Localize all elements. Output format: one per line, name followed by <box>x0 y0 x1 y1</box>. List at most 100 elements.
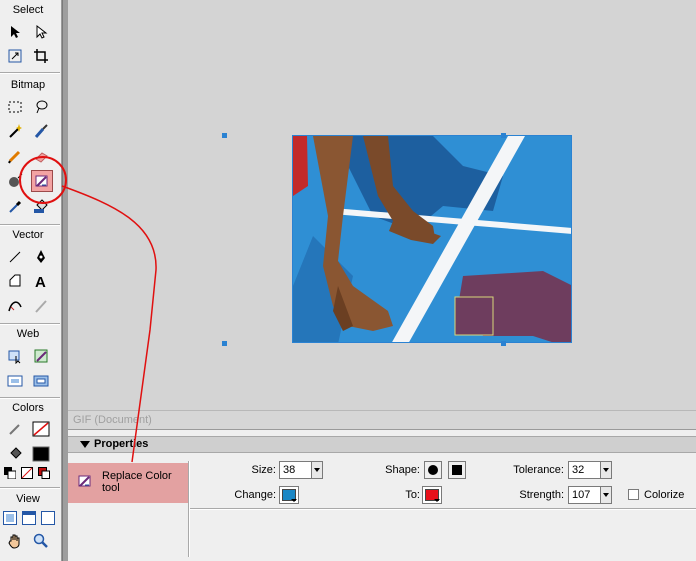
hotspot-icon <box>8 350 21 364</box>
crop-tool[interactable] <box>31 46 51 66</box>
size-dropdown-button[interactable] <box>311 461 323 479</box>
to-color-swatch[interactable] <box>422 486 442 504</box>
freeform-tool[interactable] <box>5 296 25 316</box>
selection-handle[interactable] <box>501 133 506 138</box>
scale-tool[interactable] <box>5 46 25 66</box>
colorize-checkbox[interactable] <box>628 489 639 500</box>
scale-icon <box>8 49 22 63</box>
svg-text:A: A <box>35 274 46 289</box>
pencil-tool[interactable] <box>5 146 25 166</box>
default-colors-button[interactable] <box>3 466 17 480</box>
to-label: To: <box>405 489 420 501</box>
line-tool[interactable] <box>5 247 25 267</box>
shape-circle-button[interactable] <box>424 461 442 479</box>
section-title-view: View <box>16 493 40 505</box>
current-tool-card: Replace Color tool <box>68 463 188 503</box>
tolerance-dropdown-button[interactable] <box>600 461 612 479</box>
pointer-tool[interactable] <box>5 22 25 42</box>
stroke-color-swatch[interactable] <box>31 419 51 439</box>
properties-panel: Properties Replace Color tool Size: 38 C… <box>68 430 696 561</box>
eraser-icon <box>35 152 48 163</box>
fill-color-swatch[interactable] <box>31 444 51 464</box>
full-screen-mode-button[interactable] <box>39 509 57 527</box>
tolerance-label: Tolerance: <box>513 464 564 476</box>
hand-tool[interactable] <box>5 531 25 551</box>
swap-colors-button[interactable] <box>37 466 51 480</box>
strength-input[interactable]: 107 <box>568 486 600 504</box>
slice-tool[interactable] <box>31 346 51 366</box>
stroke-color-tool[interactable] <box>5 419 25 439</box>
no-color-swatch-icon <box>32 421 50 437</box>
standard-screen-icon <box>3 511 17 525</box>
brush-tool[interactable] <box>31 121 51 141</box>
change-label: Change: <box>234 489 276 501</box>
shape-square-button[interactable] <box>448 461 466 479</box>
section-title-bitmap: Bitmap <box>10 79 46 91</box>
selection-handle[interactable] <box>222 341 227 346</box>
hide-slices-button[interactable] <box>5 371 25 391</box>
section-divider <box>0 487 60 489</box>
full-screen-menus-button[interactable] <box>20 509 38 527</box>
selection-handle[interactable] <box>222 133 227 138</box>
selection-handle[interactable] <box>501 341 506 346</box>
hotspot-tool[interactable] <box>5 346 25 366</box>
pen-tool[interactable] <box>31 247 51 267</box>
standard-screen-mode-button[interactable] <box>1 509 19 527</box>
size-input[interactable]: 38 <box>279 461 311 479</box>
shape-label: Shape: <box>385 464 420 476</box>
canvas-stage[interactable] <box>68 0 696 410</box>
lasso-icon <box>36 100 48 114</box>
document-status-bar: GIF (Document) <box>68 410 696 430</box>
properties-header[interactable]: Properties <box>68 436 696 453</box>
section-divider <box>0 72 60 74</box>
collapse-arrow-icon[interactable] <box>80 441 90 448</box>
no-stroke-button[interactable] <box>20 466 34 480</box>
freeform-icon <box>8 301 22 312</box>
marquee-tool[interactable] <box>5 97 25 117</box>
panel-divider <box>190 508 696 510</box>
dropdown-arrow-icon <box>434 499 440 502</box>
pencil-icon <box>8 150 21 164</box>
change-color-swatch[interactable] <box>279 486 299 504</box>
eyedropper-tool[interactable] <box>5 196 25 216</box>
blur-icon <box>9 173 23 187</box>
brush-icon <box>34 124 48 138</box>
section-title-select: Select <box>12 4 44 16</box>
text-tool[interactable]: A <box>31 271 51 291</box>
section-divider <box>0 397 60 399</box>
strength-dropdown-button[interactable] <box>600 486 612 504</box>
zoom-icon <box>33 533 48 548</box>
rectangle-tool[interactable] <box>5 271 25 291</box>
properties-title: Properties <box>94 438 149 450</box>
section-divider <box>0 224 60 226</box>
slice-icon <box>34 349 48 363</box>
magic-wand-icon <box>9 124 22 138</box>
lasso-tool[interactable] <box>31 97 51 117</box>
show-slices-icon <box>33 375 49 387</box>
knife-icon <box>35 300 47 313</box>
hand-icon <box>8 534 20 549</box>
section-title-vector: Vector <box>12 229 44 241</box>
blur-tool[interactable] <box>5 171 25 191</box>
strength-label: Strength: <box>519 489 564 501</box>
replace-color-icon <box>35 175 48 187</box>
bitmap-image[interactable] <box>292 135 572 343</box>
paint-bucket-tool[interactable] <box>31 196 51 216</box>
tolerance-input[interactable]: 32 <box>568 461 600 479</box>
magic-wand-tool[interactable] <box>5 121 25 141</box>
eraser-tool[interactable] <box>31 146 51 166</box>
subselection-icon <box>36 24 48 39</box>
knife-tool[interactable] <box>31 296 51 316</box>
full-screen-menus-icon <box>22 511 36 525</box>
runner-photo <box>293 136 571 342</box>
fill-color-tool[interactable] <box>5 444 25 464</box>
paint-bucket-icon <box>10 447 22 459</box>
replace-color-tool[interactable] <box>31 170 53 192</box>
document-label: GIF (Document) <box>73 414 152 426</box>
zoom-tool[interactable] <box>31 531 51 551</box>
show-slices-button[interactable] <box>31 371 51 391</box>
subselection-tool[interactable] <box>31 22 51 42</box>
marquee-icon <box>8 101 22 113</box>
no-color-icon <box>21 467 33 479</box>
dropdown-arrow-icon <box>291 499 297 502</box>
